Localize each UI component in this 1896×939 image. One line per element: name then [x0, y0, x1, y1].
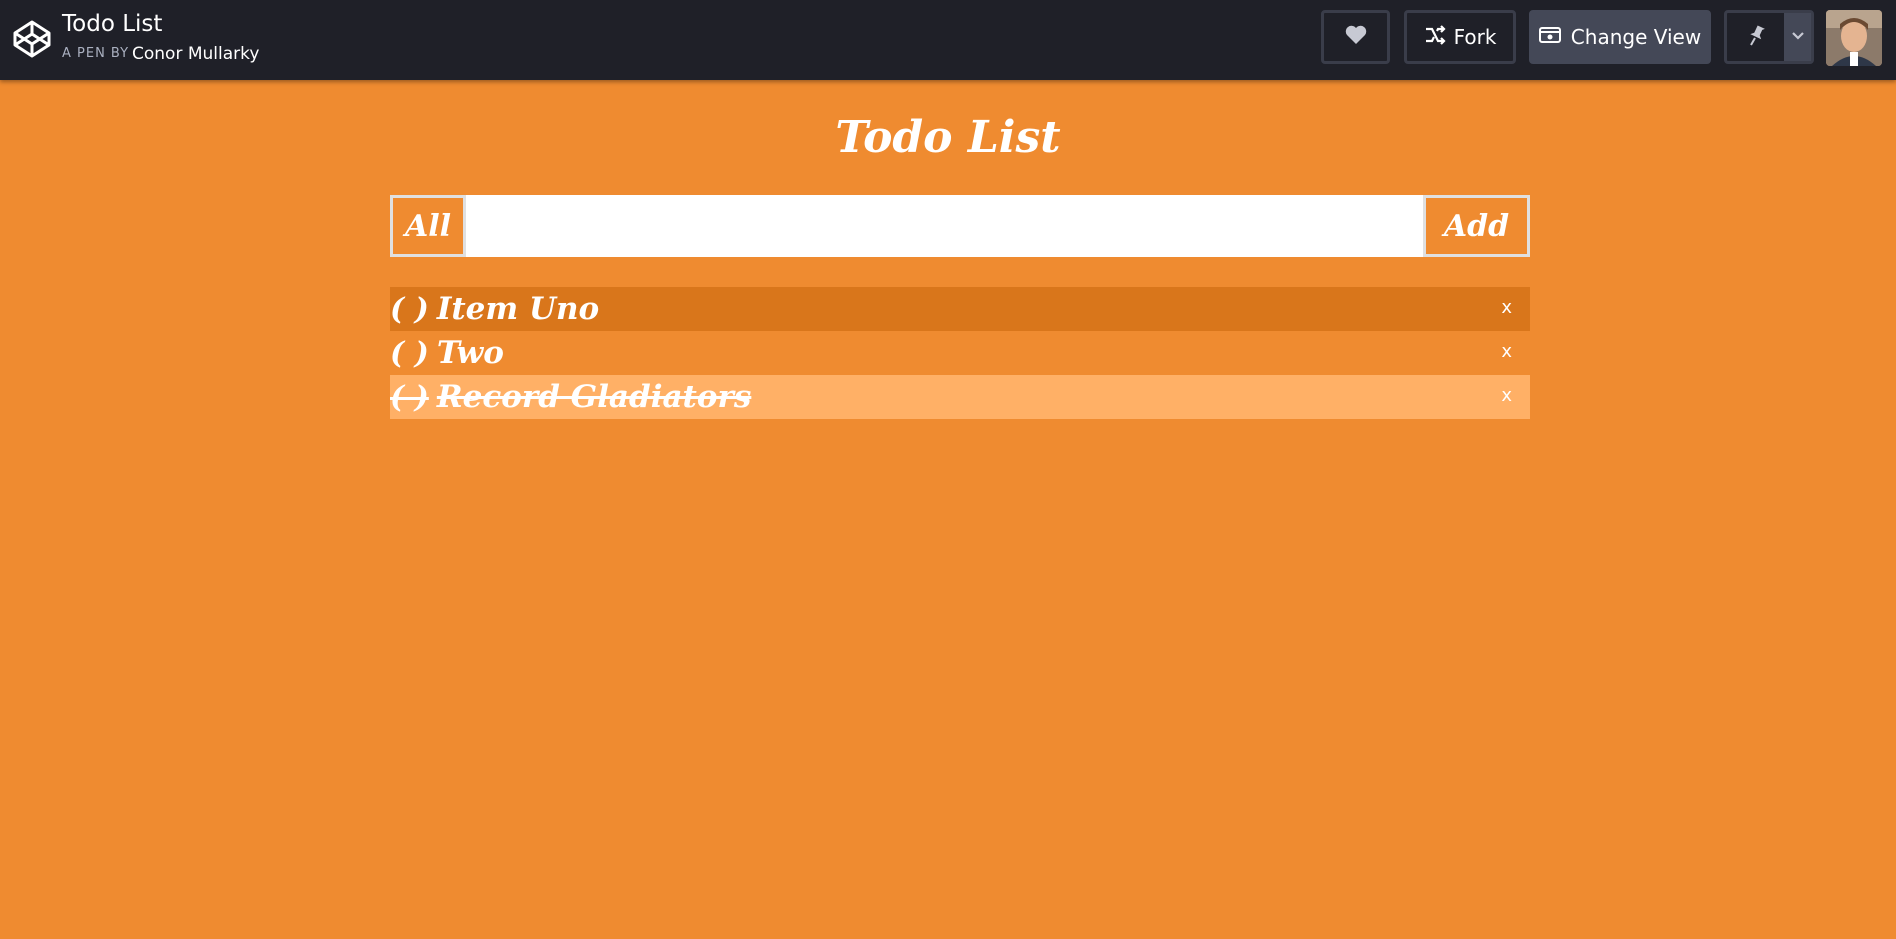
codepen-logo-icon[interactable]	[12, 19, 52, 59]
pin-menu	[1724, 10, 1814, 64]
todo-list: ( ) Item Uno x ( ) Two x ( ) Record Glad…	[390, 287, 1530, 419]
pin-icon	[1747, 24, 1767, 51]
delete-button[interactable]: x	[1501, 385, 1512, 406]
todo-checkbox[interactable]: ( )	[390, 380, 429, 415]
change-view-label: Change View	[1570, 25, 1702, 49]
pin-button[interactable]	[1727, 13, 1787, 61]
fork-label: Fork	[1453, 25, 1497, 49]
todo-checkbox[interactable]: ( )	[390, 336, 429, 371]
todo-label: Item Uno	[436, 291, 600, 327]
pen-byline: A PEN BY	[62, 46, 130, 61]
top-bar: Todo List A PEN BY Conor Mullarky Fork C…	[0, 0, 1896, 80]
todo-label: Two	[436, 335, 504, 371]
change-view-button[interactable]: Change View	[1529, 10, 1711, 64]
todo-checkbox[interactable]: ( )	[390, 292, 429, 327]
fork-icon	[1424, 24, 1446, 50]
add-button[interactable]: Add	[1423, 195, 1530, 257]
heart-icon	[1345, 25, 1367, 50]
todo-item[interactable]: ( ) Item Uno x	[390, 287, 1530, 331]
todo-label: Record Gladiators	[436, 379, 752, 415]
all-filter-button[interactable]: All	[390, 195, 466, 257]
chevron-down-icon	[1791, 28, 1805, 46]
todo-input[interactable]	[466, 195, 1423, 257]
pen-author-link[interactable]: Conor Mullarky	[132, 44, 259, 64]
delete-button[interactable]: x	[1501, 341, 1512, 362]
todo-item[interactable]: ( ) Record Gladiators x	[390, 375, 1530, 419]
pen-title: Todo List	[62, 11, 163, 37]
todo-item[interactable]: ( ) Two x	[390, 331, 1530, 375]
pin-dropdown-button[interactable]	[1784, 13, 1811, 61]
page-title: Todo List	[835, 112, 1061, 163]
fork-button[interactable]: Fork	[1404, 10, 1516, 64]
user-avatar[interactable]	[1826, 10, 1882, 66]
delete-button[interactable]: x	[1501, 297, 1512, 318]
change-view-icon	[1538, 25, 1561, 49]
heart-button[interactable]	[1321, 10, 1390, 64]
